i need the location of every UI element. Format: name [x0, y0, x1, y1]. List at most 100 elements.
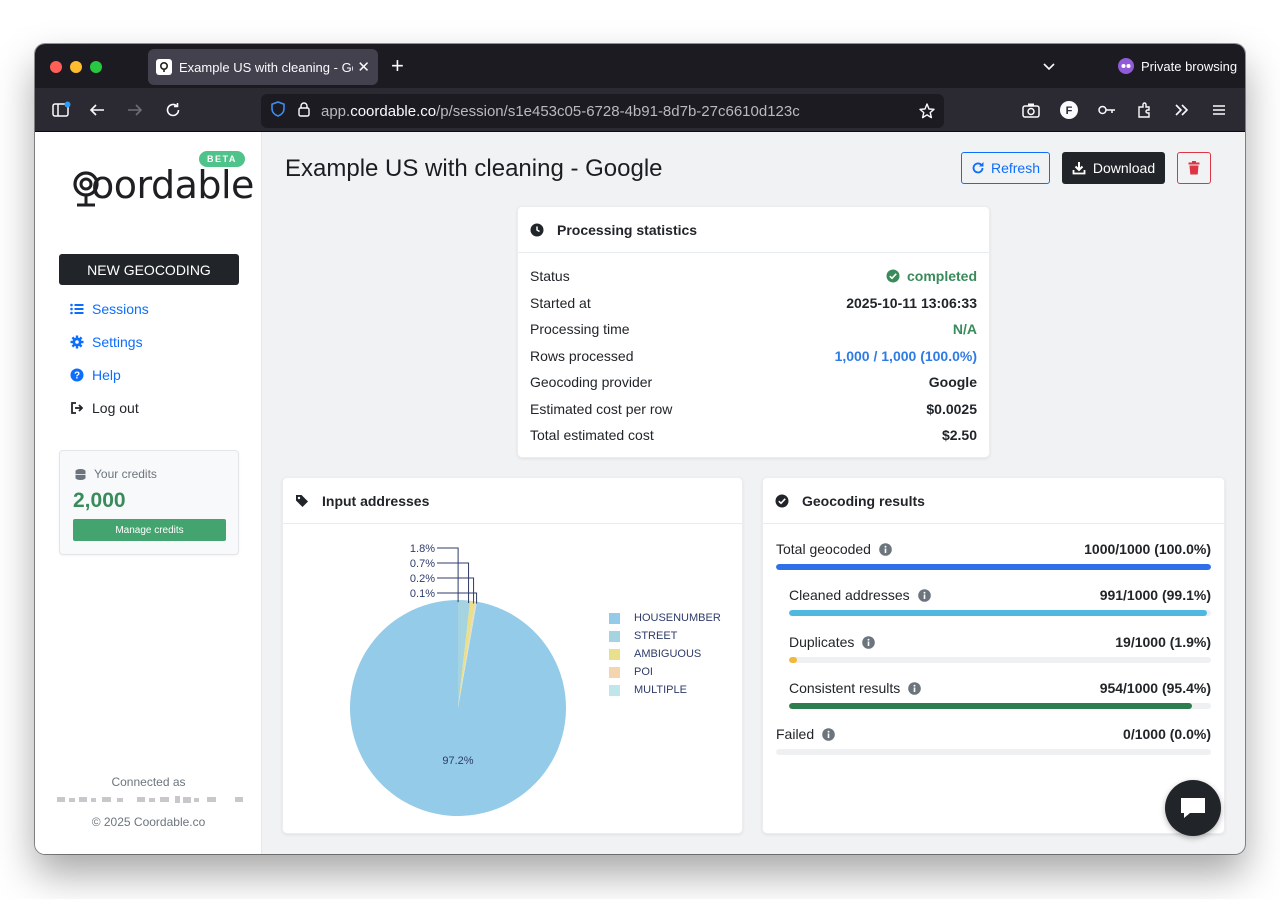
screenshot-icon[interactable]	[1019, 98, 1043, 122]
info-icon[interactable]	[879, 542, 892, 556]
chat-button[interactable]	[1165, 780, 1221, 836]
card-header: Geocoding results	[763, 478, 1224, 524]
info-icon[interactable]	[908, 681, 922, 695]
browser-tab[interactable]: Example US with cleaning - Goo ✕	[148, 49, 378, 85]
geocoding-results-card: Geocoding results Total geocoded 1000/100…	[762, 477, 1225, 834]
stat-row: Total estimated cost $2.50	[530, 427, 977, 443]
coordable-logo[interactable]: oordable	[69, 162, 254, 217]
card-title: Input addresses	[322, 492, 430, 509]
minimize-window-button[interactable]	[70, 61, 82, 73]
legend-item[interactable]: HOUSENUMBER	[609, 609, 721, 627]
legend-item[interactable]: MULTIPLE	[609, 681, 721, 699]
maximize-window-button[interactable]	[90, 61, 102, 73]
legend-swatch	[609, 666, 620, 678]
legend-swatch	[609, 648, 620, 660]
tag-icon	[296, 494, 308, 507]
manage-credits-button[interactable]: Manage credits	[73, 519, 226, 541]
logo-text: oordable	[91, 163, 254, 207]
result-value: 19/1000 (1.9%)	[1115, 634, 1211, 650]
progress-bar-fill	[789, 610, 1208, 616]
overflow-chevron-icon[interactable]	[1170, 98, 1194, 122]
sidebar-item-logout[interactable]: Log out	[70, 400, 139, 416]
result-label-text: Failed	[776, 726, 815, 742]
progress-bar	[789, 657, 1211, 663]
check-circle-icon	[775, 494, 789, 507]
sidebar-item-sessions[interactable]: Sessions	[70, 301, 149, 317]
back-icon[interactable]	[85, 98, 109, 122]
browser-window: Example US with cleaning - Goo ✕ + Priva…	[35, 44, 1245, 854]
legend-swatch	[609, 630, 620, 642]
credits-value: 2,000	[73, 489, 126, 512]
favicon-icon	[156, 59, 172, 75]
trash-icon	[1188, 161, 1200, 175]
extensions-icon[interactable]	[1133, 98, 1157, 122]
new-tab-icon[interactable]: +	[391, 55, 404, 77]
close-window-button[interactable]	[50, 61, 62, 73]
progress-bar-fill	[789, 657, 798, 663]
bookmark-star-icon[interactable]	[918, 102, 936, 125]
clock-icon	[530, 223, 544, 236]
reload-icon[interactable]	[161, 98, 185, 122]
stat-label: Status	[530, 268, 570, 284]
legend-item[interactable]: POI	[609, 663, 721, 681]
gear-icon	[70, 335, 84, 349]
svg-text:?: ?	[74, 371, 80, 382]
stat-value: $2.50	[941, 427, 977, 443]
stat-label: Estimated cost per row	[530, 401, 673, 417]
url-text[interactable]: app.coordable.co/p/session/s1e453c05-672…	[321, 103, 800, 120]
download-icon	[1072, 162, 1086, 175]
url-domain: coordable.co	[350, 102, 437, 120]
lock-icon[interactable]	[297, 101, 311, 122]
tab-title: Example US with cleaning - Goo	[179, 59, 354, 75]
private-browsing-label: Private browsing	[1141, 58, 1238, 74]
address-bar[interactable]: app.coordable.co/p/session/s1e453c05-672…	[261, 94, 944, 128]
pie-label-street: 1.8%	[410, 543, 435, 555]
tab-bar: Example US with cleaning - Goo ✕ + Priva…	[35, 44, 1245, 88]
stat-row: Processing time N/A	[530, 321, 977, 337]
sidebar-item-help[interactable]: ? Help	[70, 367, 121, 383]
refresh-label: Refresh	[990, 160, 1041, 176]
refresh-icon	[972, 162, 984, 174]
info-icon[interactable]	[862, 635, 876, 649]
sidebar-item-settings[interactable]: Settings	[70, 334, 143, 350]
stat-label: Processing time	[530, 321, 630, 337]
stat-row: Status completed	[530, 268, 977, 284]
chevron-down-icon[interactable]	[1041, 58, 1057, 79]
shield-icon[interactable]	[269, 100, 287, 123]
result-label-text: Cleaned addresses	[789, 587, 910, 603]
new-geocoding-button[interactable]: NEW GEOCODING	[59, 254, 239, 285]
close-tab-icon[interactable]: ✕	[357, 58, 370, 76]
beta-badge: BETA	[199, 151, 245, 167]
stat-row: Estimated cost per row $0.0025	[530, 401, 977, 417]
result-label: Failed	[776, 726, 835, 742]
chat-icon	[1181, 798, 1205, 818]
key-icon[interactable]	[1095, 98, 1119, 122]
stat-label: Rows processed	[530, 348, 634, 364]
result-value: 1000/1000 (100.0%)	[1084, 541, 1211, 557]
check-circle-icon	[886, 269, 900, 283]
info-icon[interactable]	[917, 588, 931, 602]
delete-button[interactable]	[1177, 152, 1211, 184]
download-button[interactable]: Download	[1062, 152, 1165, 184]
legend-item[interactable]: STREET	[609, 627, 721, 645]
processing-statistics-card: Processing statistics Status completed S…	[517, 206, 990, 458]
sign-out-icon	[71, 402, 84, 414]
card-title: Processing statistics	[557, 221, 698, 238]
stat-value: 2025-10-11 13:06:33	[846, 295, 977, 311]
svg-text:F: F	[1066, 105, 1073, 117]
sidebar-toggle-icon[interactable]	[49, 98, 73, 122]
account-icon[interactable]: F	[1057, 98, 1081, 122]
card-header: Processing statistics	[518, 207, 989, 253]
legend-item[interactable]: AMBIGUOUS	[609, 645, 721, 663]
card-title: Geocoding results	[802, 492, 925, 509]
forward-icon[interactable]	[123, 98, 147, 122]
legend-label: STREET	[634, 630, 678, 642]
hamburger-menu-icon[interactable]	[1207, 98, 1231, 122]
legend-label: AMBIGUOUS	[634, 648, 702, 660]
refresh-button[interactable]: Refresh	[961, 152, 1050, 184]
info-icon[interactable]	[822, 727, 835, 741]
url-prefix: app.	[321, 102, 351, 120]
legend-label: POI	[634, 666, 653, 678]
legend-swatch	[609, 612, 620, 624]
stat-label: Started at	[530, 295, 591, 311]
